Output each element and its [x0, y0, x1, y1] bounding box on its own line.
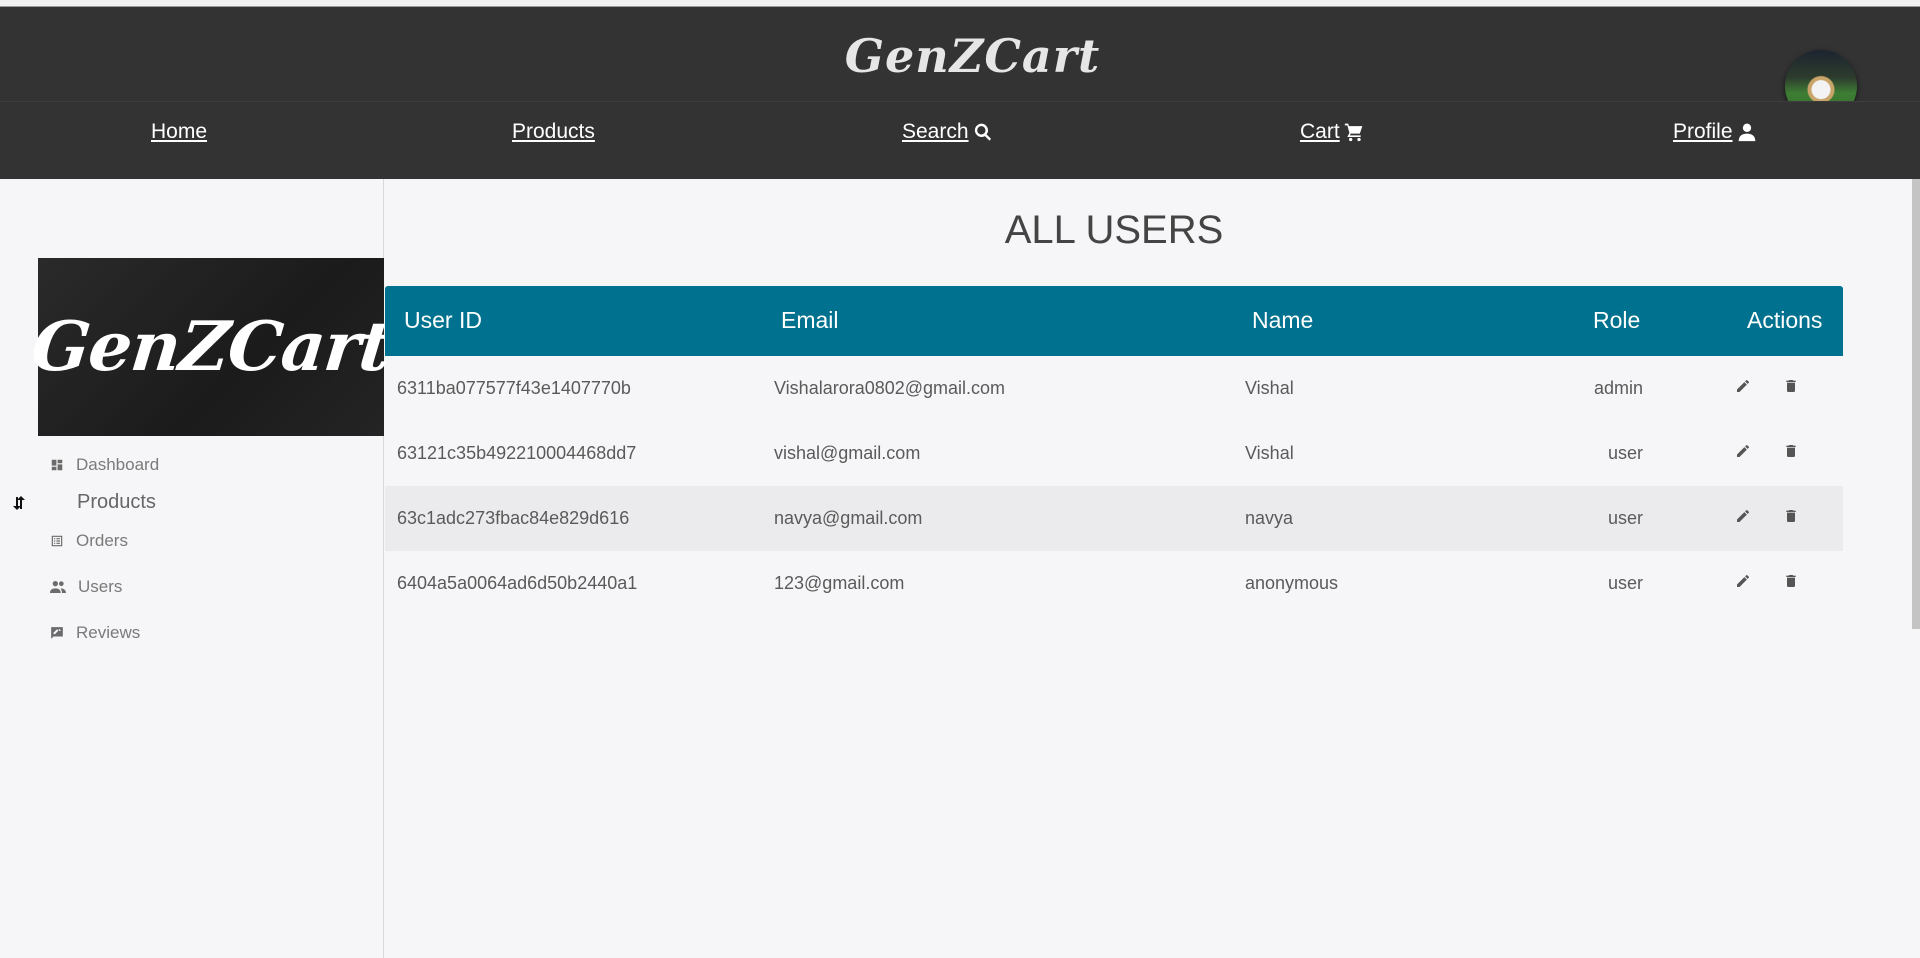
sidebar-item-orders[interactable]: Orders [50, 531, 128, 551]
table-row: 6311ba077577f43e1407770b Vishalarora0802… [385, 356, 1843, 421]
page-title: ALL USERS [1004, 208, 1224, 252]
nav-search-link[interactable]: Search [902, 120, 993, 144]
page-scrollbar[interactable] [1912, 179, 1920, 629]
cell-role: user [1607, 508, 1643, 528]
nav-profile-link[interactable]: Profile [1673, 120, 1757, 144]
header-email: Email [781, 307, 839, 333]
cell-role: user [1607, 573, 1643, 593]
cell-user-id: 6311ba077577f43e1407770b [397, 378, 631, 398]
sidebar-logo-text: GenZCart [27, 307, 395, 387]
nav-cart-label: Cart [1300, 120, 1340, 143]
sidebar-item-label: Dashboard [76, 455, 160, 474]
sidebar: GenZCart Dashboard Products Orders Users… [0, 179, 394, 958]
header-name: Name [1252, 307, 1314, 333]
cell-user-id: 63c1adc273fbac84e829d616 [397, 508, 630, 528]
cell-name: Vishal [1245, 378, 1294, 398]
edit-icon[interactable] [1735, 508, 1753, 526]
cell-user-id: 63121c35b492210004468dd7 [397, 443, 637, 463]
table-row: 63121c35b492210004468dd7 vishal@gmail.co… [385, 421, 1843, 486]
sidebar-logo[interactable]: GenZCart [28, 258, 394, 436]
search-icon [974, 123, 991, 141]
sidebar-item-products[interactable]: Products [77, 491, 156, 514]
cell-name: navya [1245, 508, 1294, 528]
sidebar-item-label: Reviews [76, 623, 141, 642]
delete-icon[interactable] [1783, 573, 1801, 591]
delete-icon[interactable] [1783, 443, 1801, 461]
list-alt-icon [51, 535, 63, 547]
sidebar-item-reviews[interactable]: Reviews [50, 623, 140, 643]
cell-role: user [1607, 443, 1643, 463]
sidebar-item-label: Users [78, 577, 123, 596]
edit-icon[interactable] [1735, 443, 1753, 461]
sidebar-item-dashboard[interactable]: Dashboard [50, 455, 159, 475]
header-user-id: User ID [404, 307, 482, 333]
cell-name: Vishal [1245, 443, 1294, 463]
user-icon [1738, 123, 1755, 142]
edit-icon[interactable] [1735, 573, 1753, 591]
edit-icon[interactable] [1735, 378, 1753, 396]
browser-top-border [0, 0, 1920, 7]
nav-home-link[interactable]: Home [151, 120, 207, 144]
delete-icon[interactable] [1783, 378, 1801, 396]
nav-home-label: Home [151, 120, 208, 143]
header-role: Role [1593, 307, 1641, 333]
brand-title[interactable]: GenZCart [0, 29, 1920, 83]
sidebar-item-label: Orders [76, 531, 128, 550]
cell-email: Vishalarora0802@gmail.com [774, 378, 1006, 398]
dashboard-icon [51, 459, 63, 471]
rate-review-icon [51, 627, 63, 639]
header-actions: Actions [1747, 307, 1823, 333]
table-row: 63c1adc273fbac84e829d616 navya@gmail.com… [385, 486, 1843, 551]
cell-user-id: 6404a5a0064ad6d50b2440a1 [397, 573, 638, 593]
cell-email: vishal@gmail.com [774, 443, 921, 463]
nav-search-label: Search [902, 120, 969, 143]
cell-email: navya@gmail.com [774, 508, 923, 528]
nav-cart-link[interactable]: Cart [1300, 120, 1364, 144]
cell-email: 123@gmail.com [774, 573, 905, 593]
cart-icon [1344, 123, 1363, 142]
table-header: User ID Email Name Role Actions [385, 286, 1843, 356]
cell-name: anonymous [1245, 573, 1339, 593]
table-row: 6404a5a0064ad6d50b2440a1 123@gmail.com a… [385, 551, 1843, 616]
expand-collapse-icon[interactable] [12, 495, 26, 516]
users-table: User ID Email Name Role Actions 6311ba07… [385, 286, 1843, 616]
people-icon [50, 581, 66, 593]
nav-products-link[interactable]: Products [512, 120, 595, 144]
nav-profile-label: Profile [1673, 120, 1733, 143]
sidebar-item-users[interactable]: Users [50, 577, 122, 597]
delete-icon[interactable] [1783, 508, 1801, 526]
cell-role: admin [1593, 378, 1643, 398]
nav-products-label: Products [512, 120, 595, 143]
